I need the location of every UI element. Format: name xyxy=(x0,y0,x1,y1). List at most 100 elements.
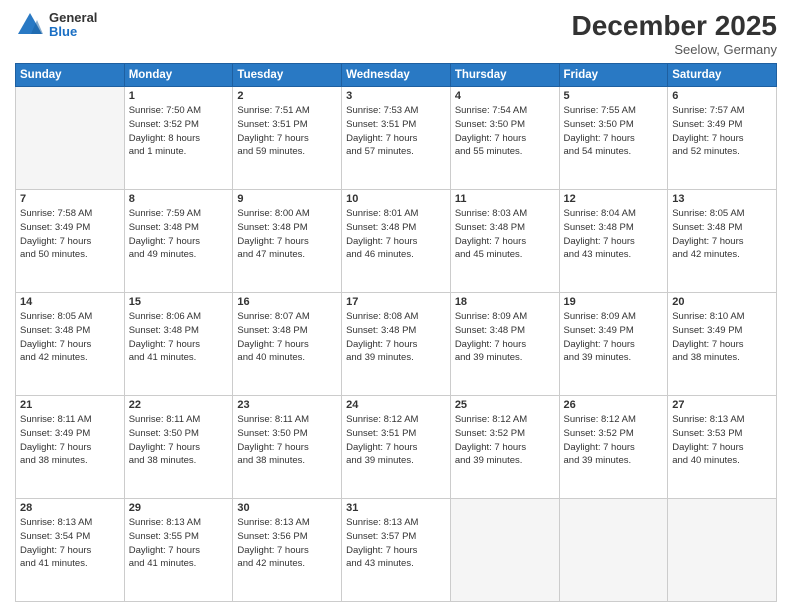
day-number: 14 xyxy=(20,296,120,308)
day-number: 4 xyxy=(455,90,555,102)
calendar-header-monday: Monday xyxy=(124,64,233,87)
day-number: 22 xyxy=(129,399,229,411)
calendar-cell: 26Sunrise: 8:12 AMSunset: 3:52 PMDayligh… xyxy=(559,396,668,499)
logo-blue: Blue xyxy=(49,25,97,39)
day-info: Sunrise: 8:10 AMSunset: 3:49 PMDaylight:… xyxy=(672,310,772,365)
day-info: Sunrise: 8:12 AMSunset: 3:52 PMDaylight:… xyxy=(455,413,555,468)
day-info: Sunrise: 7:51 AMSunset: 3:51 PMDaylight:… xyxy=(237,104,337,159)
day-info: Sunrise: 8:13 AMSunset: 3:56 PMDaylight:… xyxy=(237,516,337,571)
calendar-cell: 3Sunrise: 7:53 AMSunset: 3:51 PMDaylight… xyxy=(342,87,451,190)
day-info: Sunrise: 7:53 AMSunset: 3:51 PMDaylight:… xyxy=(346,104,446,159)
day-number: 27 xyxy=(672,399,772,411)
day-info: Sunrise: 7:54 AMSunset: 3:50 PMDaylight:… xyxy=(455,104,555,159)
day-number: 21 xyxy=(20,399,120,411)
calendar-cell: 31 Sunrise: 8:13 AMSunset: 3:57 PMDayligh… xyxy=(342,499,451,602)
day-info: Sunrise: 8:09 AMSunset: 3:49 PMDaylight:… xyxy=(564,310,664,365)
calendar-header-wednesday: Wednesday xyxy=(342,64,451,87)
day-info: Sunrise: 7:59 AMSunset: 3:48 PMDaylight:… xyxy=(129,207,229,262)
day-info: Sunrise: 8:09 AMSunset: 3:48 PMDaylight:… xyxy=(455,310,555,365)
calendar-cell: 10 Sunrise: 8:01 AMSunset: 3:48 PMDayligh… xyxy=(342,190,451,293)
calendar-cell: 21 Sunrise: 8:11 AMSunset: 3:49 PMDayligh… xyxy=(16,396,125,499)
logo: General Blue xyxy=(15,10,97,40)
day-number: 8 xyxy=(129,193,229,205)
day-number: 20 xyxy=(672,296,772,308)
day-number: 13 xyxy=(672,193,772,205)
day-info: Sunrise: 8:01 AMSunset: 3:48 PMDaylight:… xyxy=(346,207,446,262)
calendar-cell: 18Sunrise: 8:09 AMSunset: 3:48 PMDayligh… xyxy=(450,293,559,396)
day-info: Sunrise: 8:13 AMSunset: 3:57 PMDaylight:… xyxy=(346,516,446,571)
calendar-cell: 25 Sunrise: 8:12 AMSunset: 3:52 PMDayligh… xyxy=(450,396,559,499)
day-info: Sunrise: 8:11 AMSunset: 3:50 PMDaylight:… xyxy=(237,413,337,468)
day-info: Sunrise: 7:50 AMSunset: 3:52 PMDaylight:… xyxy=(129,104,229,159)
day-number: 11 xyxy=(455,193,555,205)
subtitle: Seelow, Germany xyxy=(572,42,777,57)
calendar-cell: 28Sunrise: 8:13 AMSunset: 3:54 PMDayligh… xyxy=(16,499,125,602)
calendar-cell: 7 Sunrise: 7:58 AMSunset: 3:49 PMDaylight… xyxy=(16,190,125,293)
calendar-cell: 22 Sunrise: 8:11 AMSunset: 3:50 PMDayligh… xyxy=(124,396,233,499)
day-info: Sunrise: 7:55 AMSunset: 3:50 PMDaylight:… xyxy=(564,104,664,159)
day-number: 29 xyxy=(129,502,229,514)
day-info: Sunrise: 8:12 AMSunset: 3:51 PMDaylight:… xyxy=(346,413,446,468)
calendar-cell: 23 Sunrise: 8:11 AMSunset: 3:50 PMDayligh… xyxy=(233,396,342,499)
calendar-header-sunday: Sunday xyxy=(16,64,125,87)
logo-icon xyxy=(15,10,45,40)
calendar-cell xyxy=(559,499,668,602)
calendar-cell: 4 Sunrise: 7:54 AMSunset: 3:50 PMDaylight… xyxy=(450,87,559,190)
calendar-header-friday: Friday xyxy=(559,64,668,87)
day-number: 28 xyxy=(20,502,120,514)
calendar-cell: 5 Sunrise: 7:55 AMSunset: 3:50 PMDaylight… xyxy=(559,87,668,190)
day-info: Sunrise: 8:00 AMSunset: 3:48 PMDaylight:… xyxy=(237,207,337,262)
calendar-cell: 6Sunrise: 7:57 AMSunset: 3:49 PMDaylight… xyxy=(668,87,777,190)
day-number: 16 xyxy=(237,296,337,308)
header: General Blue December 2025 Seelow, Germa… xyxy=(15,10,777,57)
day-number: 6 xyxy=(672,90,772,102)
calendar-cell: 9Sunrise: 8:00 AMSunset: 3:48 PMDaylight… xyxy=(233,190,342,293)
day-number: 15 xyxy=(129,296,229,308)
calendar-header-row: SundayMondayTuesdayWednesdayThursdayFrid… xyxy=(16,64,777,87)
month-title: December 2025 xyxy=(572,10,777,42)
day-number: 24 xyxy=(346,399,446,411)
day-number: 31 xyxy=(346,502,446,514)
day-info: Sunrise: 8:11 AMSunset: 3:50 PMDaylight:… xyxy=(129,413,229,468)
calendar-week-4: 21 Sunrise: 8:11 AMSunset: 3:49 PMDayligh… xyxy=(16,396,777,499)
day-number: 7 xyxy=(20,193,120,205)
calendar-cell: 30 Sunrise: 8:13 AMSunset: 3:56 PMDayligh… xyxy=(233,499,342,602)
day-number: 19 xyxy=(564,296,664,308)
calendar-cell: 19 Sunrise: 8:09 AMSunset: 3:49 PMDayligh… xyxy=(559,293,668,396)
calendar-cell: 15 Sunrise: 8:06 AMSunset: 3:48 PMDayligh… xyxy=(124,293,233,396)
logo-text: General Blue xyxy=(49,11,97,40)
calendar-cell: 27 Sunrise: 8:13 AMSunset: 3:53 PMDayligh… xyxy=(668,396,777,499)
calendar-week-2: 7 Sunrise: 7:58 AMSunset: 3:49 PMDaylight… xyxy=(16,190,777,293)
calendar-cell: 1 Sunrise: 7:50 AMSunset: 3:52 PMDaylight… xyxy=(124,87,233,190)
day-info: Sunrise: 8:05 AMSunset: 3:48 PMDaylight:… xyxy=(672,207,772,262)
calendar-week-1: 1 Sunrise: 7:50 AMSunset: 3:52 PMDaylight… xyxy=(16,87,777,190)
calendar-week-3: 14 Sunrise: 8:05 AMSunset: 3:48 PMDayligh… xyxy=(16,293,777,396)
day-number: 5 xyxy=(564,90,664,102)
calendar-cell: 16Sunrise: 8:07 AMSunset: 3:48 PMDayligh… xyxy=(233,293,342,396)
calendar-cell: 24 Sunrise: 8:12 AMSunset: 3:51 PMDayligh… xyxy=(342,396,451,499)
calendar-table: SundayMondayTuesdayWednesdayThursdayFrid… xyxy=(15,63,777,602)
calendar-cell: 12Sunrise: 8:04 AMSunset: 3:48 PMDayligh… xyxy=(559,190,668,293)
calendar-cell xyxy=(16,87,125,190)
calendar-cell: 29Sunrise: 8:13 AMSunset: 3:55 PMDayligh… xyxy=(124,499,233,602)
calendar-cell xyxy=(668,499,777,602)
calendar-week-5: 28Sunrise: 8:13 AMSunset: 3:54 PMDayligh… xyxy=(16,499,777,602)
day-number: 30 xyxy=(237,502,337,514)
day-info: Sunrise: 8:06 AMSunset: 3:48 PMDaylight:… xyxy=(129,310,229,365)
day-number: 10 xyxy=(346,193,446,205)
calendar-header-thursday: Thursday xyxy=(450,64,559,87)
day-info: Sunrise: 7:58 AMSunset: 3:49 PMDaylight:… xyxy=(20,207,120,262)
calendar-cell: 20 Sunrise: 8:10 AMSunset: 3:49 PMDayligh… xyxy=(668,293,777,396)
calendar-cell: 11 Sunrise: 8:03 AMSunset: 3:48 PMDayligh… xyxy=(450,190,559,293)
day-number: 1 xyxy=(129,90,229,102)
day-info: Sunrise: 8:11 AMSunset: 3:49 PMDaylight:… xyxy=(20,413,120,468)
title-area: December 2025 Seelow, Germany xyxy=(572,10,777,57)
day-number: 25 xyxy=(455,399,555,411)
day-info: Sunrise: 8:03 AMSunset: 3:48 PMDaylight:… xyxy=(455,207,555,262)
calendar-cell xyxy=(450,499,559,602)
day-info: Sunrise: 8:13 AMSunset: 3:53 PMDaylight:… xyxy=(672,413,772,468)
day-info: Sunrise: 8:05 AMSunset: 3:48 PMDaylight:… xyxy=(20,310,120,365)
day-number: 26 xyxy=(564,399,664,411)
day-number: 23 xyxy=(237,399,337,411)
calendar-cell: 17Sunrise: 8:08 AMSunset: 3:48 PMDayligh… xyxy=(342,293,451,396)
